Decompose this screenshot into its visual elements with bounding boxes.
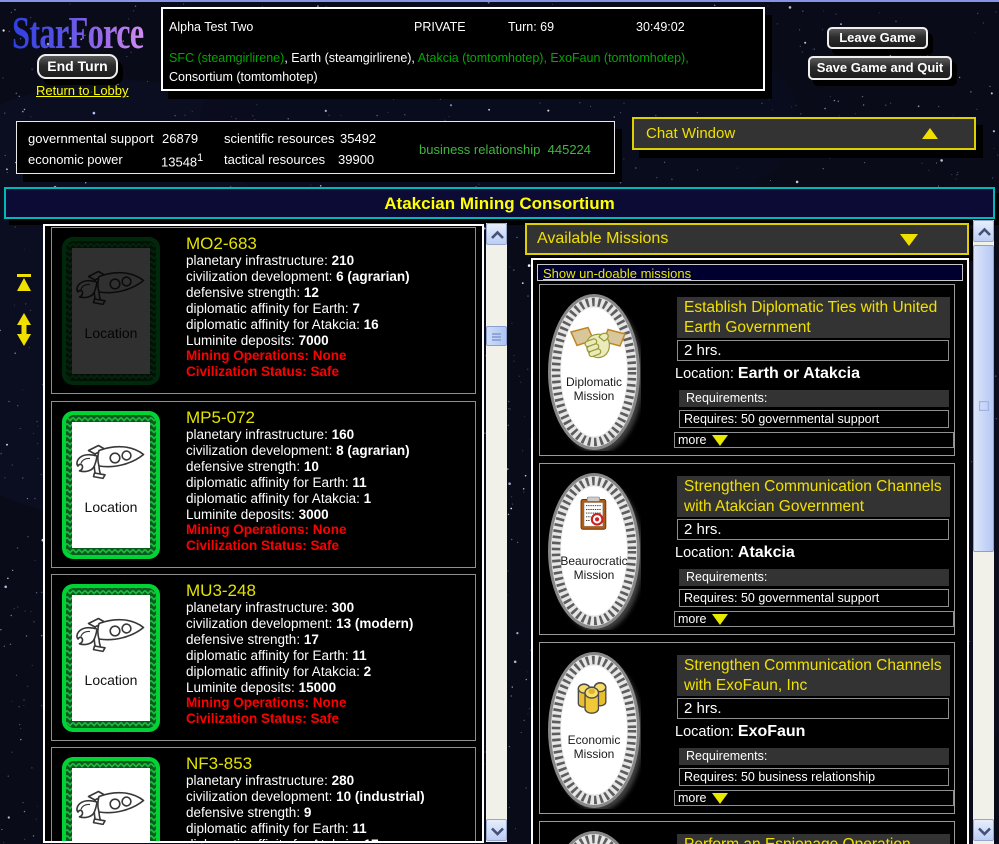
svg-text:Mission: Mission	[574, 747, 615, 761]
svg-text:Location: Location	[85, 499, 138, 515]
svg-text:Location: Location	[85, 672, 138, 688]
svg-text:Mission: Mission	[574, 389, 615, 403]
svg-text:Mission: Mission	[574, 568, 615, 582]
svg-text:Location: Location	[85, 325, 138, 341]
svg-text:Economic: Economic	[568, 733, 621, 747]
svg-text:Diplomatic: Diplomatic	[566, 375, 622, 389]
svg-text:Beaurocratic: Beaurocratic	[560, 554, 627, 568]
